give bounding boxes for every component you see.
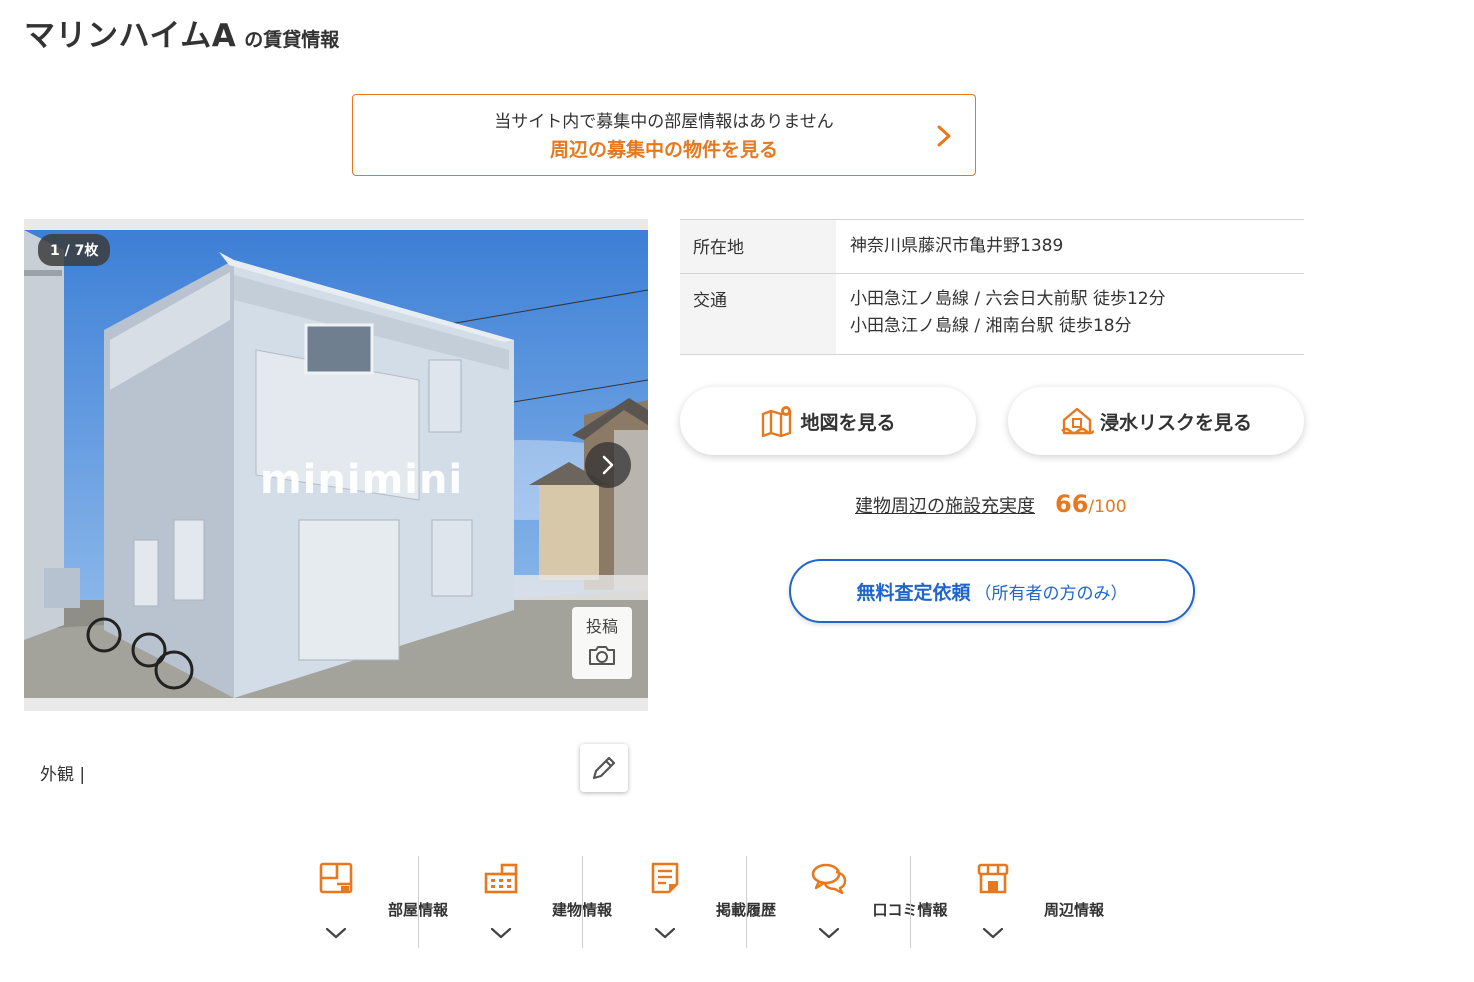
chevron-down-icon (325, 927, 347, 939)
tab-listing-history[interactable]: 掲載履歴 (582, 856, 776, 948)
address-value: 神奈川県藤沢市亀井野1389 (850, 236, 1064, 256)
no-vacancy-message: 当サイト内で募集中の部屋情報はありません (494, 112, 834, 132)
chevron-down-icon (490, 927, 511, 939)
transit-row: 交通 小田急江ノ島線 / 六会日大前駅 徒歩12分 小田急江ノ島線 / 湘南台駅… (680, 273, 1304, 355)
transit-value: 小田急江ノ島線 / 六会日大前駅 徒歩12分 小田急江ノ島線 / 湘南台駅 徒歩… (836, 274, 1304, 355)
appraisal-note: （所有者の方のみ） (974, 583, 1128, 604)
chevron-down-icon (654, 927, 675, 939)
view-map-button[interactable]: 地図を見る (680, 387, 976, 455)
post-photo-label: 投稿 (585, 617, 618, 636)
photo-counter: 1 / 7枚 (38, 234, 111, 266)
building-icon (484, 863, 517, 894)
tab-label: 周辺情報 (1043, 901, 1104, 919)
camera-icon (589, 646, 615, 665)
facility-score-value: 66 (1055, 490, 1089, 518)
facility-score-max: /100 (1088, 497, 1127, 517)
flood-risk-button[interactable]: 浸水リスクを見る (1008, 387, 1304, 455)
document-icon (651, 862, 678, 894)
flood-house-icon (1061, 407, 1094, 435)
chevron-down-icon (818, 927, 839, 939)
next-photo-button[interactable] (585, 442, 631, 488)
page-title: マリンハイムA の賃貸情報 (24, 10, 339, 55)
photo-caption: 外観 | (40, 765, 86, 785)
transit-line: 小田急江ノ島線 / 湘南台駅 徒歩18分 (850, 316, 1132, 336)
tab-reviews[interactable]: 口コミ情報 (746, 856, 948, 948)
transit-line: 小田急江ノ島線 / 六会日大前駅 徒歩12分 (850, 289, 1166, 309)
transit-label: 交通 (680, 273, 836, 355)
chat-bubbles-icon (811, 863, 846, 894)
free-appraisal-button[interactable]: 無料査定依頼 （所有者の方のみ） (789, 559, 1195, 623)
page-title-suffix: の賃貸情報 (244, 29, 340, 51)
flood-risk-label: 浸水リスクを見る (1099, 411, 1252, 434)
facility-score-link[interactable]: 建物周辺の施設充実度 (855, 492, 1035, 518)
post-photo-button[interactable]: 投稿 (572, 607, 632, 679)
nearby-listings-banner[interactable]: 当サイト内で募集中の部屋情報はありません 周辺の募集中の物件を見る (352, 94, 976, 176)
address-row: 所在地 神奈川県藤沢市亀井野1389 (680, 219, 1304, 274)
storefront-icon (977, 863, 1008, 894)
chevron-down-icon (982, 927, 1003, 939)
edit-caption-button[interactable] (580, 744, 628, 792)
photo-gallery: 1 / 7枚 minimini 投稿 (24, 219, 648, 711)
property-info-table: 所在地 神奈川県藤沢市亀井野1389 交通 小田急江ノ島線 / 六会日大前駅 徒… (680, 219, 1304, 355)
address-label: 所在地 (680, 219, 836, 274)
appraisal-label: 無料査定依頼 (856, 581, 971, 604)
property-name: マリンハイムA (24, 18, 237, 54)
section-tabs: 部屋情報 建物情報 掲載履歴 口コミ情報 周辺情報 (254, 856, 1104, 948)
pencil-icon (592, 756, 616, 780)
chevron-right-icon (937, 125, 951, 147)
facility-score: 建物周辺の施設充実度 66 /100 (855, 490, 1127, 518)
map-icon (762, 406, 792, 437)
photo-watermark: minimini (260, 457, 464, 503)
tab-surroundings[interactable]: 周辺情報 (910, 856, 1104, 948)
tab-room-info[interactable]: 部屋情報 (254, 856, 448, 948)
tab-building-info[interactable]: 建物情報 (418, 856, 612, 948)
nearby-listings-link[interactable]: 周辺の募集中の物件を見る (353, 135, 975, 162)
view-map-label: 地図を見る (800, 411, 896, 434)
floor-plan-icon (319, 862, 353, 894)
chevron-right-icon (602, 455, 614, 475)
